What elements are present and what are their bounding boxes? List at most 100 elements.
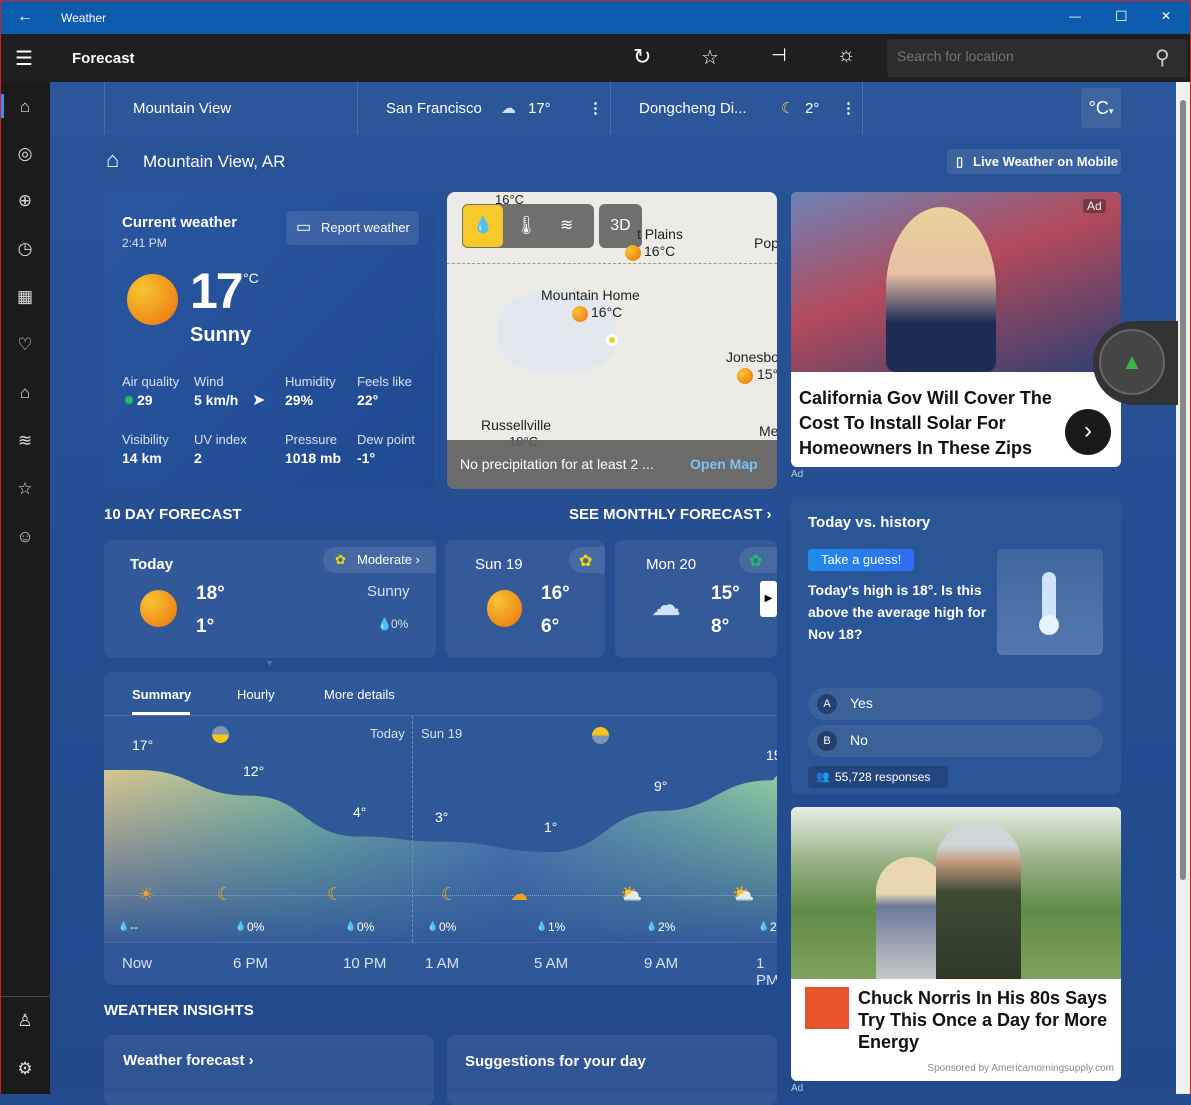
hamburger-menu-icon[interactable]: ☰ — [15, 46, 33, 71]
suggestions-card[interactable]: Suggestions for your day — [447, 1035, 777, 1105]
map-card[interactable]: 💧 🌡 ≋ 3D Mountain Home 16°C t Plains 16°… — [447, 192, 777, 489]
detail-value: 29% — [285, 392, 314, 408]
favorites-icon[interactable]: ☆ — [13, 477, 37, 501]
scrollbar-thumb[interactable] — [1180, 100, 1186, 880]
forecast-day-today[interactable]: Today ✿ Moderate › 18° 1° Sunny 💧 0% — [104, 540, 436, 658]
precipitation-layer-button[interactable]: 💧 — [463, 205, 503, 247]
hourly-weather-icon: ☾ — [327, 884, 344, 904]
globe-icon[interactable]: ⊕ — [13, 189, 37, 213]
tree-icon: ▲ — [1099, 329, 1165, 395]
active-tab-indicator — [132, 712, 190, 715]
temp-label: 9° — [654, 778, 668, 794]
detail-label: Dew point — [357, 432, 415, 447]
search-box[interactable]: ⚲ — [887, 39, 1187, 77]
temperature-chart — [104, 770, 777, 942]
map-status-bar: No precipitation for at least 2 ... Open… — [447, 440, 777, 489]
search-input[interactable] — [897, 48, 1147, 64]
map-weather-icon — [572, 306, 588, 322]
pollen-icon[interactable]: ♡ — [13, 333, 37, 357]
more-options-icon[interactable]: ⋮ — [841, 82, 856, 135]
app-title: Weather — [61, 11, 107, 25]
location-tab-dongcheng[interactable]: Dongcheng Di... ☾ 2° ⋮ — [610, 82, 863, 135]
scroll-right-button[interactable]: ▶ — [760, 581, 777, 617]
ad-image — [791, 192, 1121, 372]
raindrop-icon: 💧 — [646, 921, 658, 931]
detail-value: 5 km/h — [194, 392, 239, 408]
back-button[interactable]: ← — [17, 8, 33, 26]
ad-card-energy[interactable]: Chuck Norris In His 80s Says Try This On… — [791, 807, 1121, 1081]
detail-label: Pressure — [285, 432, 338, 447]
chat-bubble-icon: ▭ — [296, 219, 312, 236]
minimize-button[interactable]: — — [1069, 9, 1081, 23]
search-icon[interactable]: ⚲ — [1155, 45, 1170, 70]
forecast-day-mon-20[interactable]: Mon 20 ✿ ☁ 15° 8° ▶ — [615, 540, 777, 658]
live-weather-mobile-button[interactable]: ▯ Live Weather on Mobile — [947, 149, 1121, 174]
wind-layer-icon[interactable]: ≋ — [560, 215, 573, 235]
settings-gear-icon[interactable]: ⚙ — [13, 1057, 37, 1081]
location-tab-mountain-view[interactable]: Mountain View — [104, 82, 357, 135]
more-options-icon[interactable]: ⋮ — [588, 82, 603, 135]
tab-divider — [104, 715, 777, 716]
maximize-button[interactable]: ☐ — [1115, 8, 1128, 25]
raindrop-icon: 💧 — [345, 921, 357, 931]
pollen-button[interactable]: ✿ Moderate › — [323, 547, 436, 573]
pin-icon[interactable]: ⊣ — [771, 45, 787, 66]
account-icon[interactable]: ♙ — [13, 1009, 37, 1033]
tab-hourly[interactable]: Hourly — [237, 687, 275, 702]
forecast-title: 10 DAY FORECAST — [104, 506, 242, 523]
ad-image — [791, 807, 1121, 979]
air-quality-dot — [125, 396, 133, 404]
weather-forecast-link[interactable]: Weather forecast › — [123, 1052, 254, 1069]
theme-sun-icon[interactable]: ☼ — [837, 44, 855, 67]
forecast-day: Sun 19 — [475, 556, 523, 573]
pollen-icon[interactable]: ✿ — [739, 547, 777, 573]
active-indicator — [1, 94, 4, 118]
history-quiz-card: Today vs. history Take a guess! Today's … — [791, 497, 1121, 794]
close-button[interactable]: ✕ — [1161, 9, 1171, 23]
3d-button[interactable]: 3D — [599, 204, 642, 248]
hourly-weather-icon: ☾ — [441, 884, 458, 904]
precip-value: -- — [130, 920, 138, 934]
refresh-icon[interactable]: ↻ — [633, 44, 651, 70]
ad-person — [936, 822, 1021, 979]
advertiser-logo — [805, 987, 849, 1029]
chevron-right-icon[interactable]: › — [1065, 409, 1111, 455]
home-icon[interactable]: ⌂ — [13, 95, 37, 119]
detail-value: 22° — [357, 392, 379, 408]
trends-icon[interactable]: ≋ — [13, 429, 37, 453]
calendar-icon[interactable]: ▦ — [13, 285, 37, 309]
map-weather-icon — [625, 245, 641, 261]
temp-unit: °C — [243, 270, 259, 286]
option-yes[interactable]: A Yes — [808, 688, 1103, 720]
ad-card-solar[interactable]: Ad California Gov Will Cover The Cost To… — [791, 192, 1121, 467]
open-map-link[interactable]: Open Map — [690, 440, 758, 489]
feedback-smiley-icon[interactable]: ☺ — [13, 525, 37, 549]
unit-toggle[interactable]: °C▾ — [1081, 88, 1121, 128]
option-label: No — [850, 732, 868, 748]
ad-person — [886, 207, 996, 372]
scrollbar[interactable] — [1176, 82, 1190, 1094]
option-no[interactable]: B No — [808, 725, 1103, 757]
day-label-sun-19: Sun 19 — [421, 726, 463, 741]
weather-forecast-insight-card[interactable]: Weather forecast › — [104, 1035, 434, 1105]
map-place-label: t Plains — [637, 226, 683, 242]
map-weather-icon — [737, 368, 753, 384]
option-key: B — [817, 731, 837, 751]
see-monthly-forecast-link[interactable]: SEE MONTHLY FORECAST › — [569, 506, 772, 523]
forecast-day-sun-19[interactable]: Sun 19 ✿ 16° 6° — [445, 540, 605, 658]
tab-summary[interactable]: Summary — [132, 687, 191, 702]
temp-label: 12° — [243, 762, 265, 779]
pollen-icon[interactable]: ✿ — [569, 547, 605, 573]
report-weather-button[interactable]: ▭ Report weather — [286, 211, 419, 245]
building-icon[interactable]: ⌂ — [13, 381, 37, 405]
tab-more-details[interactable]: More details — [324, 687, 395, 702]
radar-icon[interactable]: ◎ — [13, 142, 37, 166]
temperature-layer-icon[interactable]: 🌡 — [515, 215, 538, 236]
map-layer-group: 💧 🌡 ≋ — [462, 204, 594, 248]
precip-value: 2% — [658, 920, 676, 934]
clock-icon[interactable]: ◷ — [13, 237, 37, 261]
floating-widget[interactable]: ▲ — [1093, 321, 1178, 405]
favorite-star-icon[interactable]: ☆ — [701, 45, 719, 70]
location-tab-san-francisco[interactable]: San Francisco ☁ 17° ⋮ — [357, 82, 610, 135]
responses-count: 👥 55,728 responses — [808, 766, 948, 788]
